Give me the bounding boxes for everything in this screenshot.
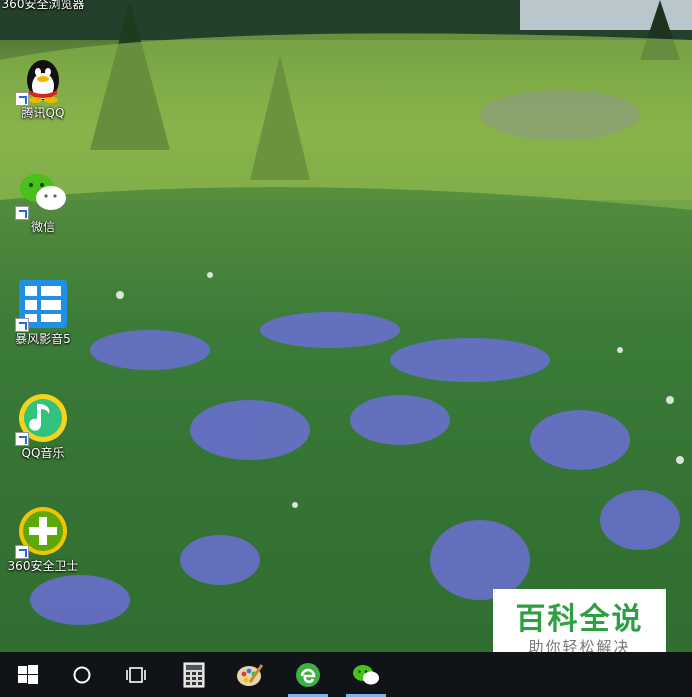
wechat-icon [15,166,69,220]
360-guard-icon [15,505,69,559]
desktop-icon-qq[interactable]: 腾讯QQ [0,52,86,120]
start-icon [18,664,38,684]
desktop-icon-label: 360安全卫士 [7,559,79,573]
shortcut-arrow-icon [15,432,29,446]
baofeng-icon [15,278,69,332]
cortana-button[interactable] [58,652,106,697]
shortcut-arrow-icon [15,318,29,332]
taskbar [0,652,692,697]
taskbar-360-browser[interactable] [284,652,332,697]
start-button[interactable] [4,652,52,697]
qq-penguin-icon [15,52,69,106]
desktop-icon-wechat[interactable]: 微信 [0,166,86,234]
desktop-icon-label: 腾讯QQ [21,106,65,120]
desktop-icon-label: 微信 [30,220,55,234]
taskbar-paint[interactable] [226,652,274,697]
360-browser-icon [296,662,320,687]
desktop-icon-360-browser[interactable]: 360安全浏览器 [0,0,86,12]
shortcut-arrow-icon [15,545,29,559]
desktop-wallpaper [0,0,692,652]
watermark-title: 百科全说 [515,602,644,637]
shortcut-arrow-icon [15,92,29,106]
calculator-icon [183,662,205,687]
taskbar-wechat[interactable] [342,652,390,697]
desktop-icon-360-guard[interactable]: 360安全卫士 [0,505,86,573]
qq-music-icon [15,392,69,446]
cortana-icon [73,666,91,683]
wechat-icon [353,664,379,684]
paint-icon [237,663,264,686]
shortcut-arrow-icon [15,206,29,220]
desktop-icon-label: 360安全浏览器 [1,0,85,11]
desktop-icon-label: QQ音乐 [21,446,65,460]
desktop-icon-label: 暴风影音5 [15,332,71,346]
desktop-icon-qq-music[interactable]: QQ音乐 [0,392,86,460]
task-view-button[interactable] [112,652,160,697]
desktop-icon-baofeng[interactable]: 暴风影音5 [0,278,86,346]
taskbar-calculator[interactable] [170,652,218,697]
task-view-icon [126,666,146,683]
